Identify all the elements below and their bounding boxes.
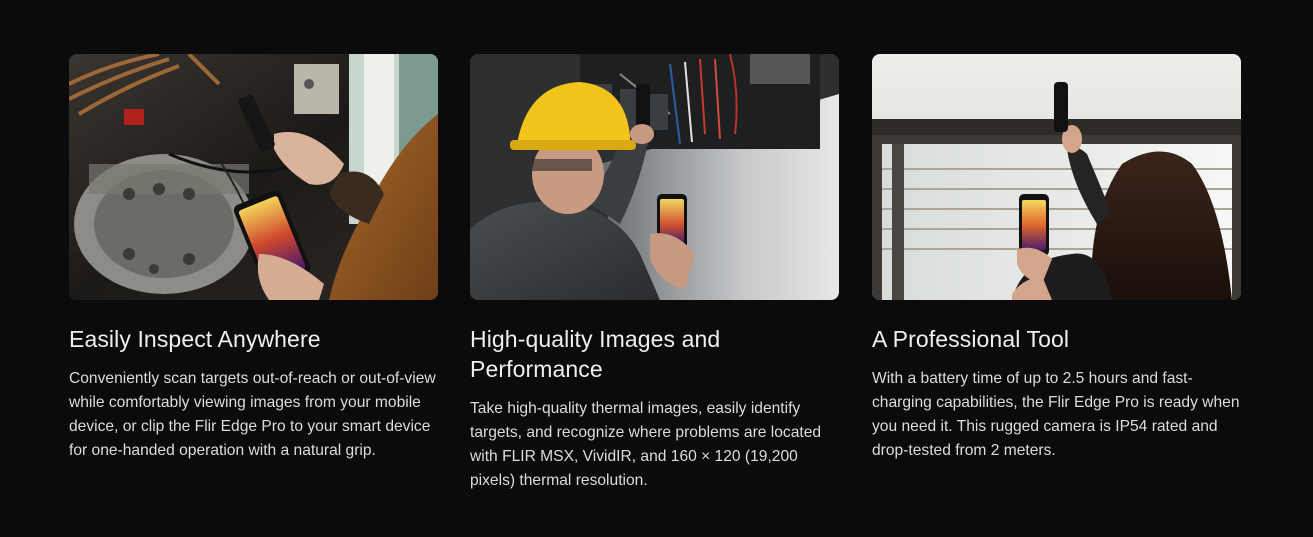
woman-scanning-window-frame-photo (872, 54, 1241, 300)
technician-inspecting-hvac-unit-photo (69, 54, 438, 300)
feature-description: Conveniently scan targets out-of-reach o… (69, 370, 436, 459)
feature-section: Easily Inspect Anywhere Conveniently sca… (0, 0, 1313, 537)
feature-description: With a battery time of up to 2.5 hours a… (872, 370, 1240, 459)
feature-card-image-quality: High-quality Images and Performance Take… (470, 54, 839, 493)
feature-title: A Professional Tool (872, 326, 1070, 352)
feature-title: Easily Inspect Anywhere (69, 326, 321, 352)
feature-description: Take high-quality thermal images, easily… (470, 400, 822, 489)
feature-card-inspect-anywhere: Easily Inspect Anywhere Conveniently sca… (69, 54, 438, 463)
electrician-hardhat-inspecting-panel-photo (470, 54, 839, 300)
feature-card-professional-tool: A Professional Tool With a battery time … (872, 54, 1241, 463)
feature-title: High-quality Images and Performance (470, 326, 721, 382)
